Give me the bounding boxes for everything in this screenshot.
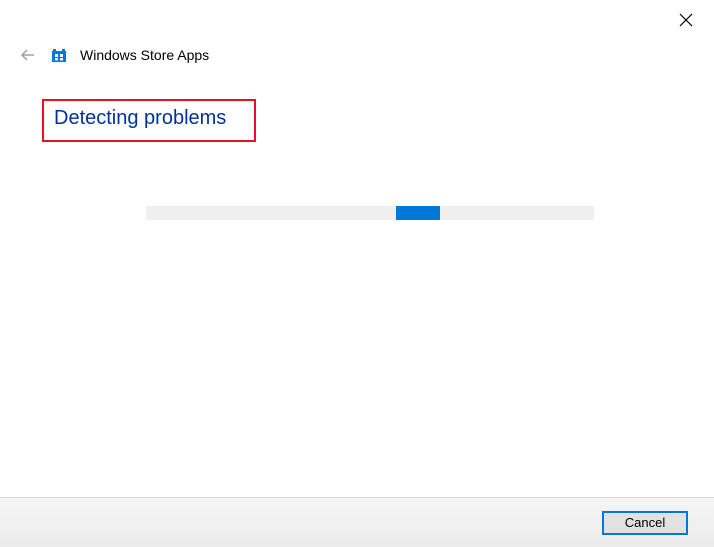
back-button[interactable] [18, 45, 38, 65]
store-app-icon [50, 46, 68, 64]
window-header: Windows Store Apps [18, 45, 209, 65]
dialog-footer: Cancel [0, 497, 714, 547]
close-button[interactable] [676, 10, 696, 30]
close-icon [679, 13, 693, 27]
progress-fill [396, 206, 440, 220]
progress-bar [146, 206, 594, 220]
status-highlight-box: Detecting problems [42, 99, 256, 142]
cancel-button[interactable]: Cancel [602, 511, 688, 535]
back-arrow-icon [20, 47, 36, 63]
status-heading: Detecting problems [54, 107, 226, 130]
window-title: Windows Store Apps [80, 47, 209, 63]
